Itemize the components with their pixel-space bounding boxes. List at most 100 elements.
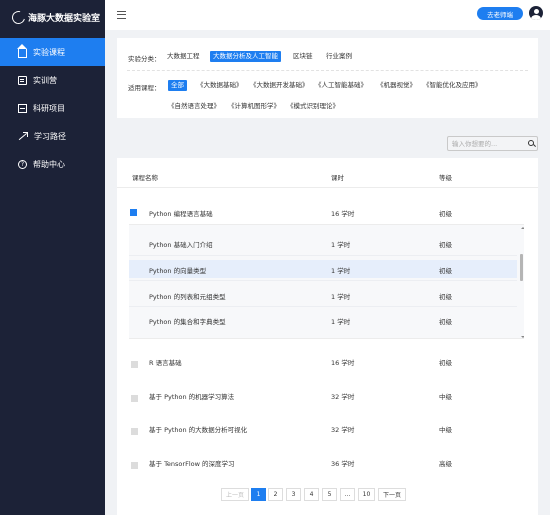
course-table: 课程名称 课时 等级 Python 编程语言基础 16 学时 初级 Python… [117, 158, 538, 515]
sidebar-item-courses[interactable]: 实验课程 [0, 38, 105, 66]
lesson-name: Python 基础入门介绍 [149, 241, 213, 249]
lesson-row[interactable]: Python 的集合和字典类型 1 学时 初级 [129, 311, 517, 329]
row-checkbox[interactable] [131, 462, 138, 469]
course-level: 中级 [439, 393, 452, 401]
lesson-name: Python 的集合和字典类型 [149, 318, 226, 326]
course-tag-nlp[interactable]: 《自然语言处理》 [168, 101, 220, 112]
scroll-thumb[interactable] [520, 254, 523, 281]
course-name[interactable]: 基于 TensorFlow 的深度学习 [149, 458, 235, 468]
sidebar-item-label: 科研项目 [33, 103, 65, 113]
lesson-row-highlighted[interactable]: Python 的向量类型 1 学时 初级 [129, 260, 517, 278]
help-icon: ? [18, 159, 27, 169]
course-level: 中级 [439, 426, 452, 434]
course-name[interactable]: 基于 Python 的机器学习算法 [149, 391, 234, 401]
course-tag-machine-vision[interactable]: 《机器视觉》 [377, 80, 416, 91]
lesson-level: 初级 [439, 293, 452, 301]
row-divider [129, 255, 517, 256]
teacher-mode-button[interactable]: 去老师端 [477, 7, 523, 20]
top-bar: 去老师端 [105, 0, 550, 30]
course-tag-all[interactable]: 全部 [168, 80, 187, 91]
lesson-list: Python 基础入门介绍 1 学时 初级 Python 的向量类型 1 学时 … [129, 224, 524, 339]
column-header-hours: 课时 [331, 174, 344, 182]
category-label: 实验分类： [128, 55, 161, 63]
lesson-scrollbar[interactable] [518, 225, 524, 338]
row-checkbox[interactable] [130, 209, 137, 216]
course-level: 初级 [439, 359, 452, 367]
row-checkbox[interactable] [131, 428, 138, 435]
page-button[interactable]: 2 [268, 488, 283, 501]
next-page-button[interactable]: 下一页 [378, 488, 406, 501]
page-ellipsis: ... [340, 488, 355, 501]
scroll-down-icon[interactable] [521, 336, 524, 338]
filter-panel: 实验分类： 大数据工程 大数据分析及人工智能 区块链 行业案例 适用课程： 全部… [117, 38, 538, 118]
path-icon [18, 131, 28, 141]
course-tag-big-data-dev[interactable]: 《大数据开发基础》 [250, 80, 309, 91]
row-divider [129, 280, 517, 281]
filter-divider [127, 70, 528, 71]
lesson-hours: 1 学时 [331, 241, 351, 249]
research-icon [18, 103, 27, 113]
dolphin-logo-icon [9, 8, 28, 26]
lesson-hours: 1 学时 [331, 293, 351, 301]
scroll-up-icon[interactable] [521, 227, 524, 229]
page-button[interactable]: 10 [358, 488, 375, 501]
sidebar-item-label: 帮助中心 [33, 159, 65, 169]
lesson-level: 初级 [439, 241, 452, 249]
menu-toggle-icon[interactable] [117, 11, 126, 19]
category-tag-blockchain[interactable]: 区块链 [293, 51, 313, 62]
course-tag-optimization[interactable]: 《智能优化及应用》 [423, 80, 482, 91]
app-logo[interactable]: 海豚大数据实验室 [9, 8, 101, 26]
header-divider [117, 187, 538, 188]
sidebar-item-research[interactable]: 科研项目 [0, 94, 105, 122]
lesson-name: Python 的向量类型 [149, 267, 207, 275]
course-tag-pattern-recognition[interactable]: 《模式识别理论》 [287, 101, 339, 112]
home-icon [17, 43, 27, 58]
page-button[interactable]: 4 [304, 488, 319, 501]
course-name[interactable]: Python 编程语言基础 [149, 208, 213, 218]
course-level: 初级 [439, 210, 452, 218]
search-icon[interactable] [528, 140, 534, 146]
sidebar-item-help[interactable]: ? 帮助中心 [0, 150, 105, 178]
course-hours: 16 学时 [331, 359, 355, 367]
prev-page-button[interactable]: 上一页 [221, 488, 249, 501]
page-button[interactable]: 3 [286, 488, 301, 501]
lesson-name: Python 的列表和元组类型 [149, 293, 226, 301]
search-input[interactable] [452, 138, 522, 149]
sidebar-item-learning-path[interactable]: 学习路径 [0, 122, 105, 150]
page-button[interactable]: 5 [322, 488, 337, 501]
row-divider [129, 306, 517, 307]
row-checkbox[interactable] [131, 361, 138, 368]
course-hours: 16 学时 [331, 210, 355, 218]
lesson-level: 初级 [439, 318, 452, 326]
category-tag-industry-cases[interactable]: 行业案例 [326, 51, 352, 62]
course-hours: 32 学时 [331, 426, 355, 434]
sidebar-item-label: 学习路径 [34, 131, 66, 141]
sidebar-item-label: 实训营 [33, 75, 57, 85]
sidebar-item-training[interactable]: 实训营 [0, 66, 105, 94]
column-header-name: 课程名称 [132, 174, 158, 182]
category-tag-analysis-ai[interactable]: 大数据分析及人工智能 [210, 51, 281, 62]
lesson-row[interactable]: Python 基础入门介绍 1 学时 初级 [129, 234, 517, 252]
course-label: 适用课程： [128, 84, 161, 92]
lesson-hours: 1 学时 [331, 318, 351, 326]
course-name[interactable]: 基于 Python 的大数据分析可视化 [149, 424, 247, 434]
course-tag-ai-basics[interactable]: 《人工智能基础》 [315, 80, 367, 91]
search-box [447, 136, 538, 151]
course-level: 高级 [439, 460, 452, 468]
course-tag-graphics[interactable]: 《计算机图形学》 [228, 101, 280, 112]
training-icon [18, 75, 27, 85]
course-name[interactable]: R 语言基础 [149, 357, 182, 367]
column-header-level: 等级 [439, 174, 452, 182]
row-checkbox[interactable] [131, 395, 138, 402]
course-hours: 32 学时 [331, 393, 355, 401]
sidebar-item-label: 实验课程 [33, 47, 65, 57]
avatar[interactable] [529, 6, 543, 20]
page-button[interactable]: 1 [251, 488, 266, 501]
lesson-row[interactable]: Python 的列表和元组类型 1 学时 初级 [129, 286, 517, 304]
category-tag-big-data-engineering[interactable]: 大数据工程 [167, 51, 200, 62]
lesson-hours: 1 学时 [331, 267, 351, 275]
sidebar: 海豚大数据实验室 实验课程 实训营 科研项目 学习路径 ? 帮助中心 [0, 0, 105, 515]
app-title: 海豚大数据实验室 [28, 13, 101, 24]
course-tag-big-data-basics[interactable]: 《大数据基础》 [197, 80, 243, 91]
course-hours: 36 学时 [331, 460, 355, 468]
